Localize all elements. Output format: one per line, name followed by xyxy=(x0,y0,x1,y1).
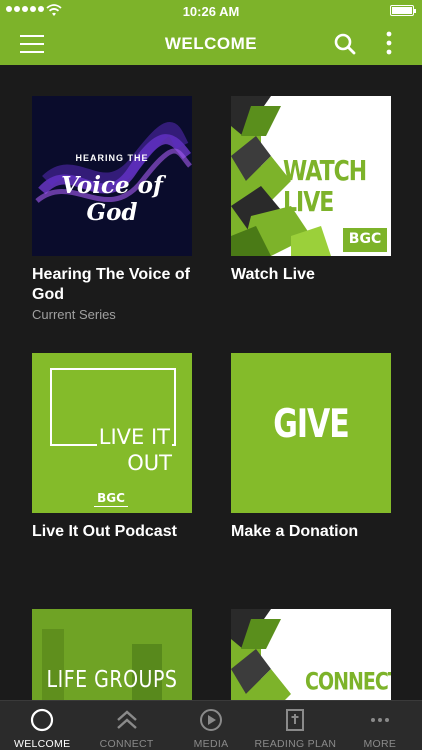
tab-connect[interactable]: CONNECT xyxy=(84,701,168,750)
tab-media[interactable]: MEDIA xyxy=(169,701,253,750)
circle-icon xyxy=(31,708,54,732)
podcast-artwork: LIVE IT OUT BGC xyxy=(32,353,192,513)
give-artwork: GIVE xyxy=(231,353,391,513)
life-groups-artwork: LIFE GROUPS xyxy=(32,609,192,700)
more-options-icon[interactable] xyxy=(384,30,394,56)
status-time: 10:26 AM xyxy=(182,4,240,19)
card-title: Hearing The Voice of God xyxy=(32,266,190,303)
more-dots-icon xyxy=(370,718,389,722)
art-text: WATCH LIVE xyxy=(283,156,367,219)
card-live-it-out-podcast[interactable]: LIVE IT OUT BGC Live It Out Podcast xyxy=(32,353,192,542)
top-nav-bar: WELCOME xyxy=(0,22,422,65)
art-text: GIVE xyxy=(273,401,350,448)
card-watch-live[interactable]: WATCH LIVE BGC Watch Live xyxy=(231,96,391,285)
card-title: Watch Live xyxy=(231,266,315,283)
watch-live-artwork: WATCH LIVE BGC xyxy=(231,96,391,256)
card-connect[interactable]: CONNECT xyxy=(231,609,391,700)
tab-more[interactable]: MORE xyxy=(338,701,422,750)
page-title: WELCOME xyxy=(164,34,258,53)
art-text: CONNECT xyxy=(305,668,391,696)
card-hearing-the-voice-of-god[interactable]: HEARING THE Voice of God Hearing The Voi… xyxy=(32,96,192,322)
bottom-tab-bar: WELCOME CONNECT MEDIA READING PLAN MORE xyxy=(0,700,422,750)
card-title: Make a Donation xyxy=(231,523,359,540)
art-script-text: Voice of God xyxy=(61,172,163,226)
bible-icon xyxy=(286,709,305,731)
play-circle-icon xyxy=(200,709,223,731)
content-grid: HEARING THE Voice of God Hearing The Voi… xyxy=(0,65,422,700)
tab-label: MEDIA xyxy=(193,738,229,750)
hamburger-menu-icon[interactable] xyxy=(20,35,44,53)
battery-icon xyxy=(390,5,416,16)
card-title: Live It Out Podcast xyxy=(32,523,177,540)
connect-artwork: CONNECT xyxy=(231,609,391,700)
art-line-2: OUT xyxy=(127,451,172,475)
card-make-a-donation[interactable]: GIVE Make a Donation xyxy=(231,353,391,542)
bgc-logo: BGC xyxy=(94,489,128,507)
search-icon[interactable] xyxy=(333,32,357,56)
tab-label: WELCOME xyxy=(14,738,71,750)
bgc-logo: BGC xyxy=(343,228,387,252)
tab-reading-plan[interactable]: READING PLAN xyxy=(253,701,337,750)
card-life-groups[interactable]: LIFE GROUPS xyxy=(32,609,192,700)
tab-label: CONNECT xyxy=(99,738,154,750)
card-subtitle: Current Series xyxy=(32,307,116,322)
art-small-text: HEARING THE xyxy=(75,153,149,163)
tab-label: MORE xyxy=(363,738,397,750)
tab-label: READING PLAN xyxy=(254,738,337,750)
double-chevron-up-icon xyxy=(116,710,137,729)
status-bar: 10:26 AM xyxy=(0,0,422,22)
tab-welcome[interactable]: WELCOME xyxy=(0,701,84,750)
series-artwork: HEARING THE Voice of God xyxy=(32,96,192,256)
art-text: LIFE GROUPS xyxy=(46,666,178,694)
art-line-1: LIVE IT xyxy=(96,425,172,449)
